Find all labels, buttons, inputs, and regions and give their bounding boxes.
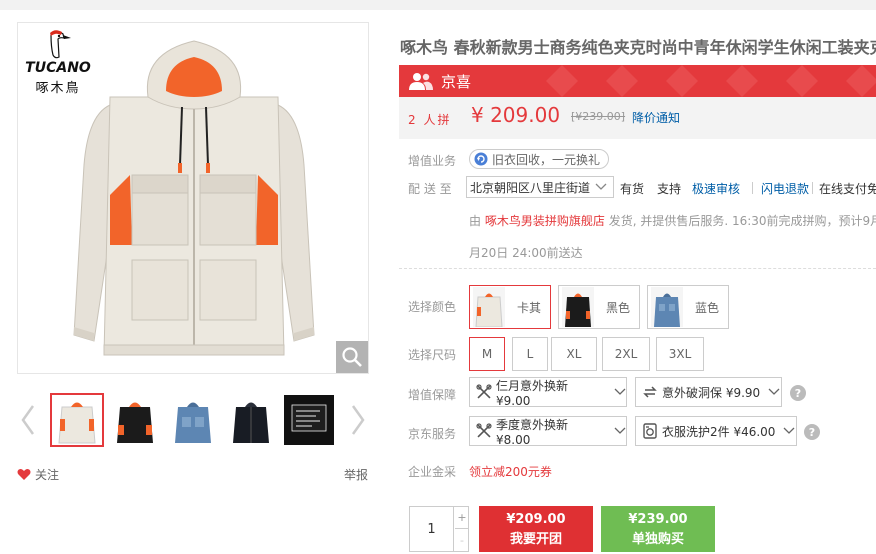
group-buy-price: ¥209.00 xyxy=(506,512,566,527)
protection-select-hole[interactable]: 意外破洞保 ¥9.90 xyxy=(635,377,782,407)
size-option-l[interactable]: L xyxy=(512,337,548,371)
diamond-pattern xyxy=(546,65,876,97)
price-box: 2 人拼 ¥ 209.00 [¥239.00] 降价通知 xyxy=(399,97,876,139)
chevron-down-icon xyxy=(595,183,607,190)
service-option-label: 衣服洗护2件 ¥46.00 xyxy=(662,424,776,439)
chevron-down-icon xyxy=(768,388,780,395)
color-swatch-image xyxy=(651,287,683,327)
tools-icon xyxy=(476,384,492,399)
chevron-down-icon xyxy=(783,427,795,434)
size-option-2xl[interactable]: 2XL xyxy=(602,337,650,371)
delivery-label: 配 送 至 xyxy=(408,182,452,196)
divider xyxy=(812,182,813,194)
promo-banner: 京喜 xyxy=(399,65,876,97)
seller-suffix: 发货, 并提供售后服务. 16:30前完成拼购，预计9月 xyxy=(608,214,876,228)
color-swatch-image xyxy=(473,287,505,327)
jacket-image xyxy=(73,40,315,356)
zoom-button[interactable] xyxy=(336,341,368,373)
protection-label: 增值保障 xyxy=(408,388,457,402)
thumbnail-strip xyxy=(17,393,369,447)
group-count: 2 人拼 xyxy=(408,113,452,127)
promo-label: 京喜 xyxy=(441,73,472,91)
color-option-blue[interactable]: 蓝色 xyxy=(647,285,729,329)
current-price: ¥ 209.00 xyxy=(471,103,561,127)
single-buy-button[interactable]: ¥239.00 单独购买 xyxy=(601,506,715,552)
help-icon[interactable]: ? xyxy=(804,424,820,440)
recycle-icon xyxy=(474,152,488,166)
quantity-input[interactable]: 1 xyxy=(410,507,454,551)
quantity-stepper: 1 + - xyxy=(409,506,469,552)
color-name: 卡其 xyxy=(517,300,542,315)
service-select-laundry[interactable]: 衣服洗护2件 ¥46.00 xyxy=(635,416,797,446)
original-price: [¥239.00] xyxy=(571,110,626,123)
single-buy-price: ¥239.00 xyxy=(628,512,688,527)
seller-prefix: 由 xyxy=(469,214,482,228)
protection-select-replace[interactable]: 仨月意外换新 ¥9.00 xyxy=(469,377,627,408)
exchange-icon xyxy=(643,386,657,398)
chevron-left-icon xyxy=(21,405,35,435)
price-notify-link[interactable]: 降价通知 xyxy=(632,109,680,126)
group-buy-label: 我要开团 xyxy=(509,532,562,547)
value-added-label: 增值业务 xyxy=(408,154,457,168)
follow-label: 关注 xyxy=(35,468,60,482)
color-option-khaki[interactable]: 卡其 xyxy=(469,285,551,329)
seller-info: 由 啄木鸟男装拼购旗舰店 发货, 并提供售后服务. 16:30前完成拼购，预计9… xyxy=(469,212,876,229)
recycle-pill[interactable]: 旧衣回收，一元换礼 xyxy=(469,149,610,169)
thumbnail-khaki[interactable] xyxy=(50,393,104,447)
main-product-image[interactable]: TUCANO 啄木鳥 xyxy=(17,22,369,374)
flash-refund-link[interactable]: 闪电退款 xyxy=(761,180,809,197)
size-label: 选择尺码 xyxy=(408,348,457,362)
single-buy-label: 单独购买 xyxy=(631,532,684,547)
fast-review-link[interactable]: 极速审核 xyxy=(692,180,740,197)
size-option-m[interactable]: M xyxy=(469,337,505,371)
enterprise-label: 企业金采 xyxy=(408,465,457,479)
size-option-xl[interactable]: XL xyxy=(551,337,597,371)
stock-status: 有货 xyxy=(620,182,645,196)
recycle-pill-label: 旧衣回收，一元换礼 xyxy=(492,152,601,167)
jd-service-label: 京东服务 xyxy=(408,427,457,441)
location-select[interactable]: 北京朝阳区八里庄街道 xyxy=(466,176,614,198)
service-option-label: 季度意外换新 ¥8.00 xyxy=(495,417,568,447)
shop-name-link[interactable]: 啄木鸟男装拼购旗舰店 xyxy=(485,214,605,228)
thumbnail-prev-button[interactable] xyxy=(17,401,39,439)
group-buy-button[interactable]: ¥209.00 我要开团 xyxy=(479,506,593,552)
thumbnail-black[interactable] xyxy=(224,393,278,447)
service-select-quarter[interactable]: 季度意外换新 ¥8.00 xyxy=(469,416,627,447)
follow-button[interactable]: 关注 xyxy=(17,466,59,483)
delivery-eta: 月20日 24:00前送达 xyxy=(469,246,583,260)
divider xyxy=(399,268,876,269)
quantity-plus-button[interactable]: + xyxy=(455,507,469,529)
color-option-black[interactable]: 黑色 xyxy=(558,285,640,329)
heart-icon xyxy=(17,468,31,480)
protection-option-label: 意外破洞保 ¥9.90 xyxy=(662,385,761,400)
thumbnail-black-orange[interactable] xyxy=(108,393,162,447)
magnifier-icon xyxy=(342,347,362,367)
divider xyxy=(752,182,753,194)
chevron-down-icon xyxy=(614,388,626,395)
chevron-down-icon xyxy=(614,427,626,434)
thumbnail-next-button[interactable] xyxy=(347,401,369,439)
thumbnail-denim-blue[interactable] xyxy=(166,393,220,447)
color-label: 选择颜色 xyxy=(408,300,457,314)
size-option-3xl[interactable]: 3XL xyxy=(656,337,704,371)
support-text: 支持 xyxy=(657,182,682,196)
quantity-minus-button[interactable]: - xyxy=(455,529,469,551)
online-pay-text: 在线支付免 xyxy=(819,182,876,196)
tools-icon xyxy=(476,423,492,438)
color-swatch-image xyxy=(562,287,594,327)
laundry-icon xyxy=(643,423,657,439)
location-value: 北京朝阳区八里庄街道 xyxy=(470,180,591,195)
group-users-icon xyxy=(409,73,433,90)
report-link[interactable]: 举报 xyxy=(344,466,368,483)
coupon-link[interactable]: 领立减200元券 xyxy=(469,463,552,480)
top-bar xyxy=(0,0,876,10)
protection-option-label: 仨月意外换新 ¥9.00 xyxy=(495,378,568,408)
woodpecker-logo-icon xyxy=(50,30,71,59)
product-title: 啄木鸟 春秋新款男士商务纯色夹克时尚中青年休闲学生休闲工装夹克 xyxy=(400,38,876,57)
color-name: 黑色 xyxy=(606,300,631,315)
thumbnail-tag-label[interactable] xyxy=(282,393,336,447)
help-icon[interactable]: ? xyxy=(790,385,806,401)
chevron-right-icon xyxy=(351,405,365,435)
color-name: 蓝色 xyxy=(695,300,720,315)
